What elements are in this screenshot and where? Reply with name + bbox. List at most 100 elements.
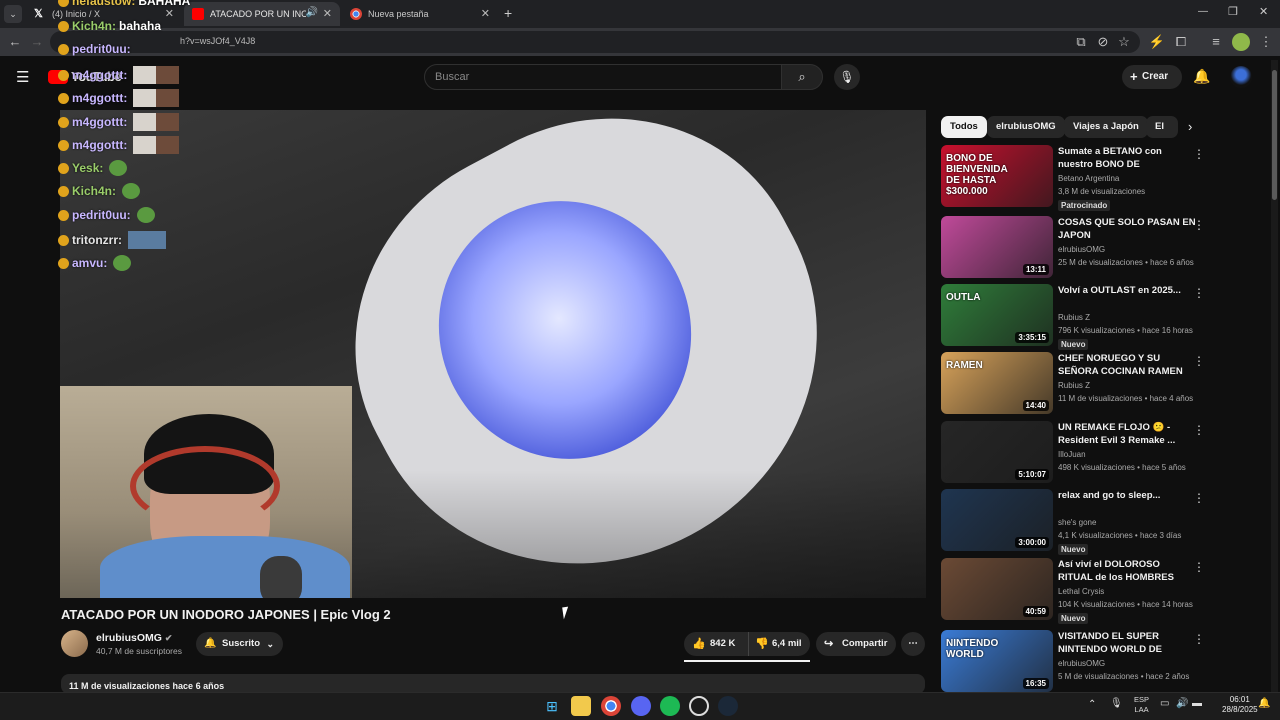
tab-search-button[interactable]: ⌄	[4, 5, 22, 23]
channel-avatar[interactable]	[61, 630, 88, 657]
video-thumbnail[interactable]: OUTLA 3:35:15	[941, 284, 1053, 346]
video-thumbnail[interactable]: NINTENDO WORLD 16:35	[941, 630, 1053, 692]
notifications-bell-icon[interactable]: 🔔	[1193, 68, 1210, 85]
video-thumbnail[interactable]: BONO DE BIENVENIDA DE HASTA $300.000	[941, 145, 1053, 207]
tray-mic-icon[interactable]: 🎙	[1110, 698, 1123, 709]
network-icon[interactable]: ▭	[1160, 698, 1169, 709]
recommended-title[interactable]: Así viví el DOLOROSO RITUAL de los HOMBR…	[1058, 558, 1196, 584]
chip-all[interactable]: Todos	[941, 116, 987, 138]
recommended-video[interactable]: RAMEN 14:40 CHEF NORUEGO Y SU SEÑORA COC…	[941, 352, 1211, 416]
spotify-icon[interactable]	[660, 696, 680, 716]
voice-search-button[interactable]: 🎙	[834, 64, 860, 90]
more-options-icon[interactable]: ⋮	[1193, 286, 1205, 300]
recommended-video[interactable]: BONO DE BIENVENIDA DE HASTA $300.000 Sum…	[941, 145, 1211, 211]
forward-icon[interactable]: →	[28, 33, 46, 51]
more-options-icon[interactable]: ⋮	[1193, 423, 1205, 437]
profile-avatar-icon[interactable]	[1232, 33, 1250, 51]
chip-more[interactable]: El R	[1146, 116, 1178, 138]
recommended-video[interactable]: 13:11 COSAS QUE SOLO PASAN EN JAPON elru…	[941, 216, 1211, 280]
recommended-video[interactable]: NINTENDO WORLD 16:35 VISITANDO EL SUPER …	[941, 630, 1211, 694]
more-options-icon[interactable]: ⋮	[1193, 147, 1205, 161]
recommended-video[interactable]: OUTLA 3:35:15 Volví a OUTLAST en 2025...…	[941, 284, 1211, 350]
new-tab-button[interactable]: +	[504, 5, 512, 21]
description-box[interactable]: 11 M de visualizaciones hace 6 años	[61, 674, 925, 694]
recommended-channel[interactable]: Rubius Z	[1058, 313, 1090, 322]
video-player[interactable]	[60, 110, 926, 598]
speaker-icon[interactable]: 🔊	[306, 7, 318, 18]
scrollbar-thumb[interactable]	[1272, 70, 1277, 200]
browser-menu-icon[interactable]: ⋮	[1257, 33, 1275, 51]
tray-chevron-icon[interactable]: ⌃	[1088, 699, 1096, 710]
recommended-title[interactable]: CHEF NORUEGO Y SU SEÑORA COCINAN RAMEN	[1058, 352, 1196, 378]
recommended-channel[interactable]: Rubius Z	[1058, 381, 1090, 390]
close-tab-icon[interactable]: ✕	[323, 7, 332, 20]
dislike-button[interactable]: 👎 6,4 mil	[748, 632, 810, 656]
account-avatar[interactable]	[1230, 66, 1252, 88]
more-options-icon[interactable]: ⋮	[1193, 491, 1205, 505]
chevron-right-icon[interactable]: ›	[1188, 119, 1192, 134]
chip-channel[interactable]: elrubiusOMG	[987, 116, 1065, 138]
close-tab-icon[interactable]: ✕	[165, 7, 174, 20]
more-actions-button[interactable]: ⋯	[901, 632, 925, 656]
file-explorer-icon[interactable]	[571, 696, 591, 716]
windows-start-icon[interactable]: ⊞	[542, 696, 562, 716]
like-button[interactable]: 👍 842 K	[684, 632, 748, 656]
video-thumbnail[interactable]: 13:11	[941, 216, 1053, 278]
subscribed-button[interactable]: 🔔 Suscrito ⌄	[196, 632, 283, 656]
recommended-channel[interactable]: Lethal Crysis	[1058, 587, 1104, 596]
tab-new[interactable]: Nueva pestaña ✕	[342, 2, 498, 26]
close-tab-icon[interactable]: ✕	[481, 7, 490, 20]
more-options-icon[interactable]: ⋮	[1193, 560, 1205, 574]
battery-icon[interactable]: ▬	[1192, 698, 1202, 709]
share-button[interactable]: ↪ Compartir	[816, 632, 896, 656]
minimize-button[interactable]: —	[1198, 6, 1208, 17]
notification-icon[interactable]: 🔔	[1258, 698, 1270, 709]
recommended-title[interactable]: COSAS QUE SOLO PASAN EN JAPON	[1058, 216, 1196, 242]
video-thumbnail[interactable]: 40:59	[941, 558, 1053, 620]
video-thumbnail[interactable]: RAMEN 14:40	[941, 352, 1053, 414]
more-options-icon[interactable]: ⋮	[1193, 632, 1205, 646]
reading-list-icon[interactable]: ≡	[1207, 33, 1225, 51]
recommended-video[interactable]: 40:59 Así viví el DOLOROSO RITUAL de los…	[941, 558, 1211, 624]
recommended-channel[interactable]: elrubiusOMG	[1058, 245, 1105, 254]
recommended-channel[interactable]: she's gone	[1058, 518, 1096, 527]
create-button[interactable]: + Crear	[1122, 65, 1182, 89]
chip-japan-trips[interactable]: Viajes a Japón	[1064, 116, 1148, 138]
translate-extension-icon[interactable]: ⚡	[1148, 33, 1166, 51]
recommended-channel[interactable]: IlloJuan	[1058, 450, 1086, 459]
search-input[interactable]: Buscar	[424, 64, 782, 90]
recommended-video[interactable]: 3:00:00 relax and go to sleep... she's g…	[941, 489, 1211, 555]
close-window-button[interactable]: ✕	[1259, 5, 1268, 18]
cast-icon[interactable]: ⧉	[1072, 33, 1090, 51]
more-options-icon[interactable]: ⋮	[1193, 218, 1205, 232]
extensions-icon[interactable]: ⧠	[1172, 33, 1190, 51]
keyboard-language[interactable]: ESP LAA	[1134, 695, 1149, 715]
steam-icon[interactable]	[718, 696, 738, 716]
discord-icon[interactable]	[631, 696, 651, 716]
maximize-button[interactable]: ❐	[1228, 5, 1238, 18]
chrome-taskbar-icon[interactable]	[601, 696, 621, 716]
hamburger-menu-icon[interactable]: ☰	[16, 68, 29, 86]
eye-off-icon[interactable]: ⊘	[1094, 33, 1112, 51]
back-icon[interactable]: ←	[6, 33, 24, 51]
obs-icon[interactable]	[689, 696, 709, 716]
more-options-icon[interactable]: ⋮	[1193, 354, 1205, 368]
recommended-meta: 3,8 M de visualizaciones	[1058, 187, 1146, 196]
recommended-title[interactable]: UN REMAKE FLOJO 😕 - Resident Evil 3 Rema…	[1058, 421, 1196, 447]
bookmark-star-icon[interactable]: ☆	[1115, 33, 1133, 51]
search-button[interactable]: ⌕	[781, 64, 823, 90]
channel-name[interactable]: elrubiusOMG ✔	[96, 632, 172, 644]
address-bar[interactable]: h?v=wsJOf4_V4J8	[50, 31, 1140, 53]
clock[interactable]: 06:01 28/8/2025	[1222, 695, 1258, 715]
recommended-title[interactable]: VISITANDO EL SUPER NINTENDO WORLD DE JAP…	[1058, 630, 1196, 656]
recommended-channel[interactable]: elrubiusOMG	[1058, 659, 1105, 668]
recommended-title[interactable]: Volví a OUTLAST en 2025...	[1058, 284, 1196, 297]
video-thumbnail[interactable]: 5:10:07	[941, 421, 1053, 483]
recommended-video[interactable]: 5:10:07 UN REMAKE FLOJO 😕 - Resident Evi…	[941, 421, 1211, 485]
recommended-title[interactable]: Sumate a BETANO con nuestro BONO DE BIEN…	[1058, 145, 1196, 171]
tab-youtube[interactable]: ATACADO POR UN INODORO 🔊 ✕	[184, 2, 340, 26]
video-thumbnail[interactable]: 3:00:00	[941, 489, 1053, 551]
volume-icon[interactable]: 🔊	[1176, 698, 1188, 709]
recommended-channel[interactable]: Betano Argentina	[1058, 174, 1119, 183]
recommended-title[interactable]: relax and go to sleep...	[1058, 489, 1196, 502]
